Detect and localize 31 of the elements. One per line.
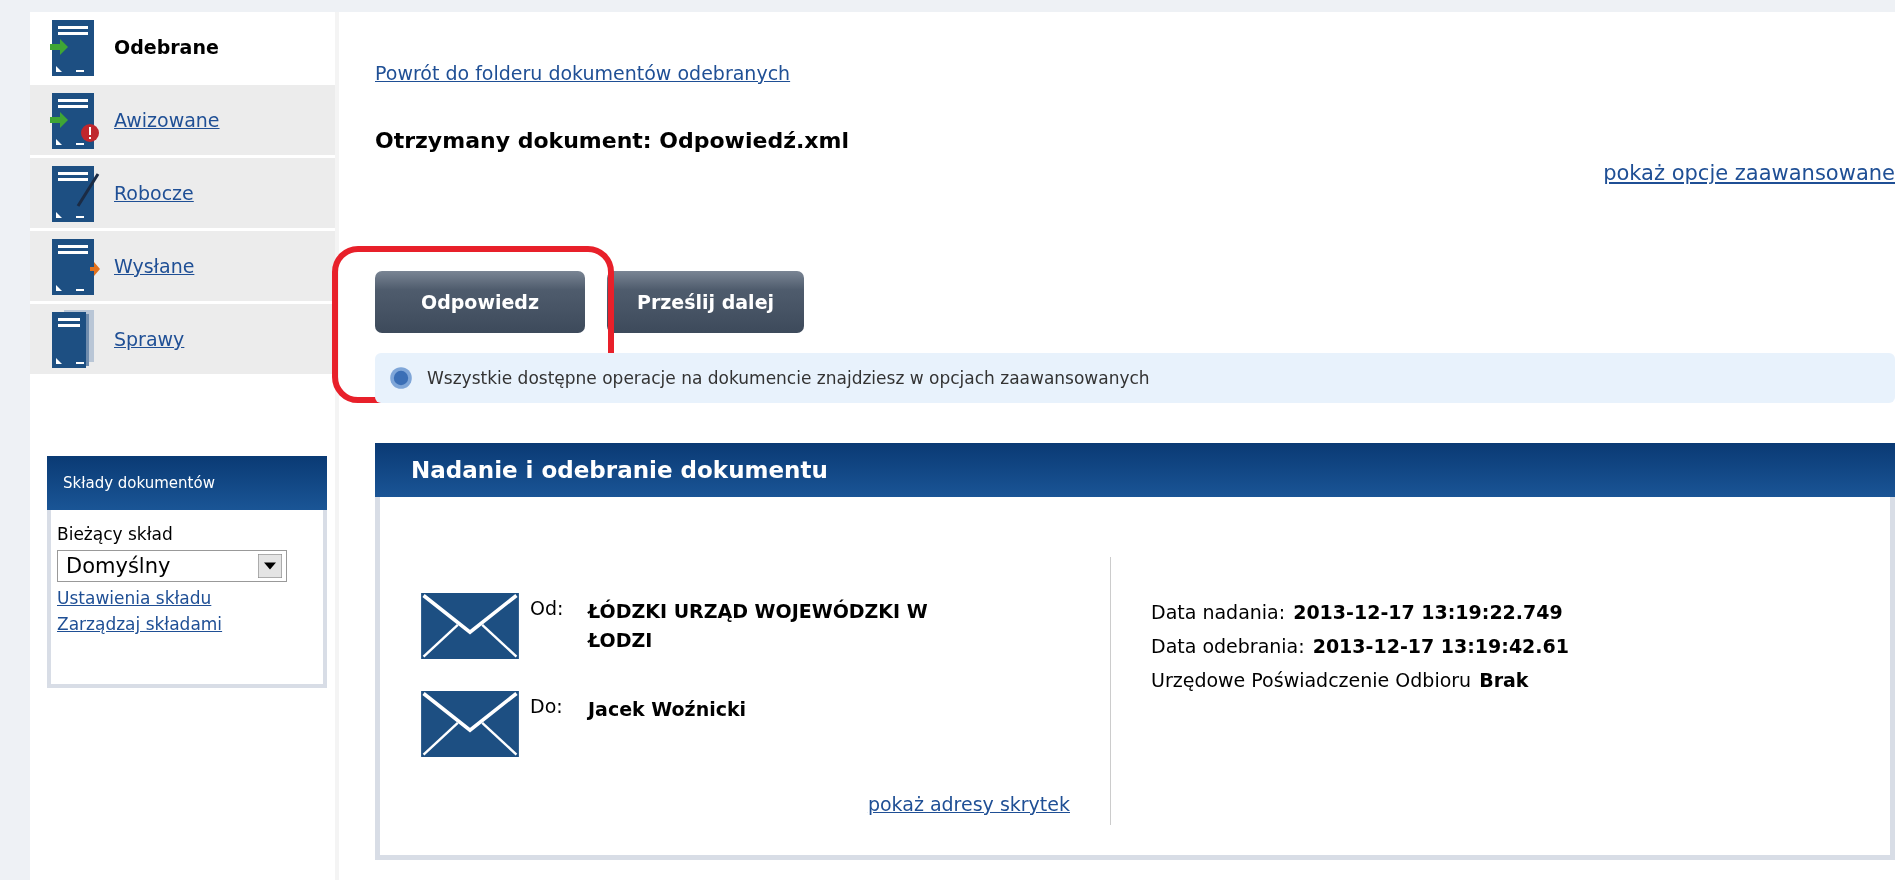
panel-header: Nadanie i odebranie dokumentu bbox=[375, 443, 1895, 497]
store-dropdown[interactable]: Domyślny bbox=[57, 550, 287, 582]
field-label: Do: bbox=[530, 695, 564, 717]
info-icon bbox=[389, 366, 413, 390]
action-button[interactable]: Prześlij dalej bbox=[607, 271, 805, 333]
store-link[interactable]: Ustawienia składu bbox=[57, 588, 317, 608]
field-label: Data nadania: bbox=[1151, 601, 1286, 623]
field-value: Jacek Woźnicki bbox=[588, 697, 748, 722]
info-text: Wszystkie dostępne operacje na dokumencie znajdziesz w opcjach zaawansowanych bbox=[427, 368, 1150, 388]
field-value: 2013-12-17 13:19:42.61 bbox=[1312, 635, 1569, 657]
document-title: Otrzymany dokument: Odpowiedź.xml bbox=[375, 128, 850, 153]
advanced-options-link[interactable]: pokaż opcje zaawansowane bbox=[1603, 161, 1895, 185]
folder-item[interactable]: Robocze bbox=[30, 158, 335, 228]
folder-item[interactable]: Awizowane bbox=[30, 85, 335, 155]
folder-item[interactable]: Wysłane bbox=[30, 231, 335, 301]
field-value: 2013-12-17 13:19:22.749 bbox=[1293, 601, 1563, 623]
envelope-icon bbox=[420, 593, 520, 659]
field-label: Urzędowe Poświadczenie Odbioru bbox=[1151, 669, 1472, 691]
field-value: ŁÓDZKI URZĄD WOJEWÓDZKI W ŁODZI bbox=[588, 598, 929, 653]
dropdown-arrow-icon[interactable] bbox=[258, 554, 282, 578]
back-link[interactable]: Powrót do folderu dokumentów odebranych bbox=[375, 62, 791, 84]
field-label: Od: bbox=[530, 597, 565, 619]
store-link[interactable]: Zarządzaj składami bbox=[57, 614, 317, 634]
folder-item[interactable]: Sprawy bbox=[30, 304, 335, 374]
action-button[interactable]: Odpowiedz bbox=[375, 271, 585, 333]
envelope-icon bbox=[420, 691, 520, 757]
mailbox-addresses-link[interactable]: pokaż adresy skrytek bbox=[867, 793, 1070, 815]
field-value: Brak bbox=[1479, 669, 1529, 691]
field-label: Data odebrania: bbox=[1151, 635, 1305, 657]
field-label: Bieżący skład bbox=[57, 524, 174, 544]
panel-header: Składy dokumentów bbox=[47, 456, 327, 510]
